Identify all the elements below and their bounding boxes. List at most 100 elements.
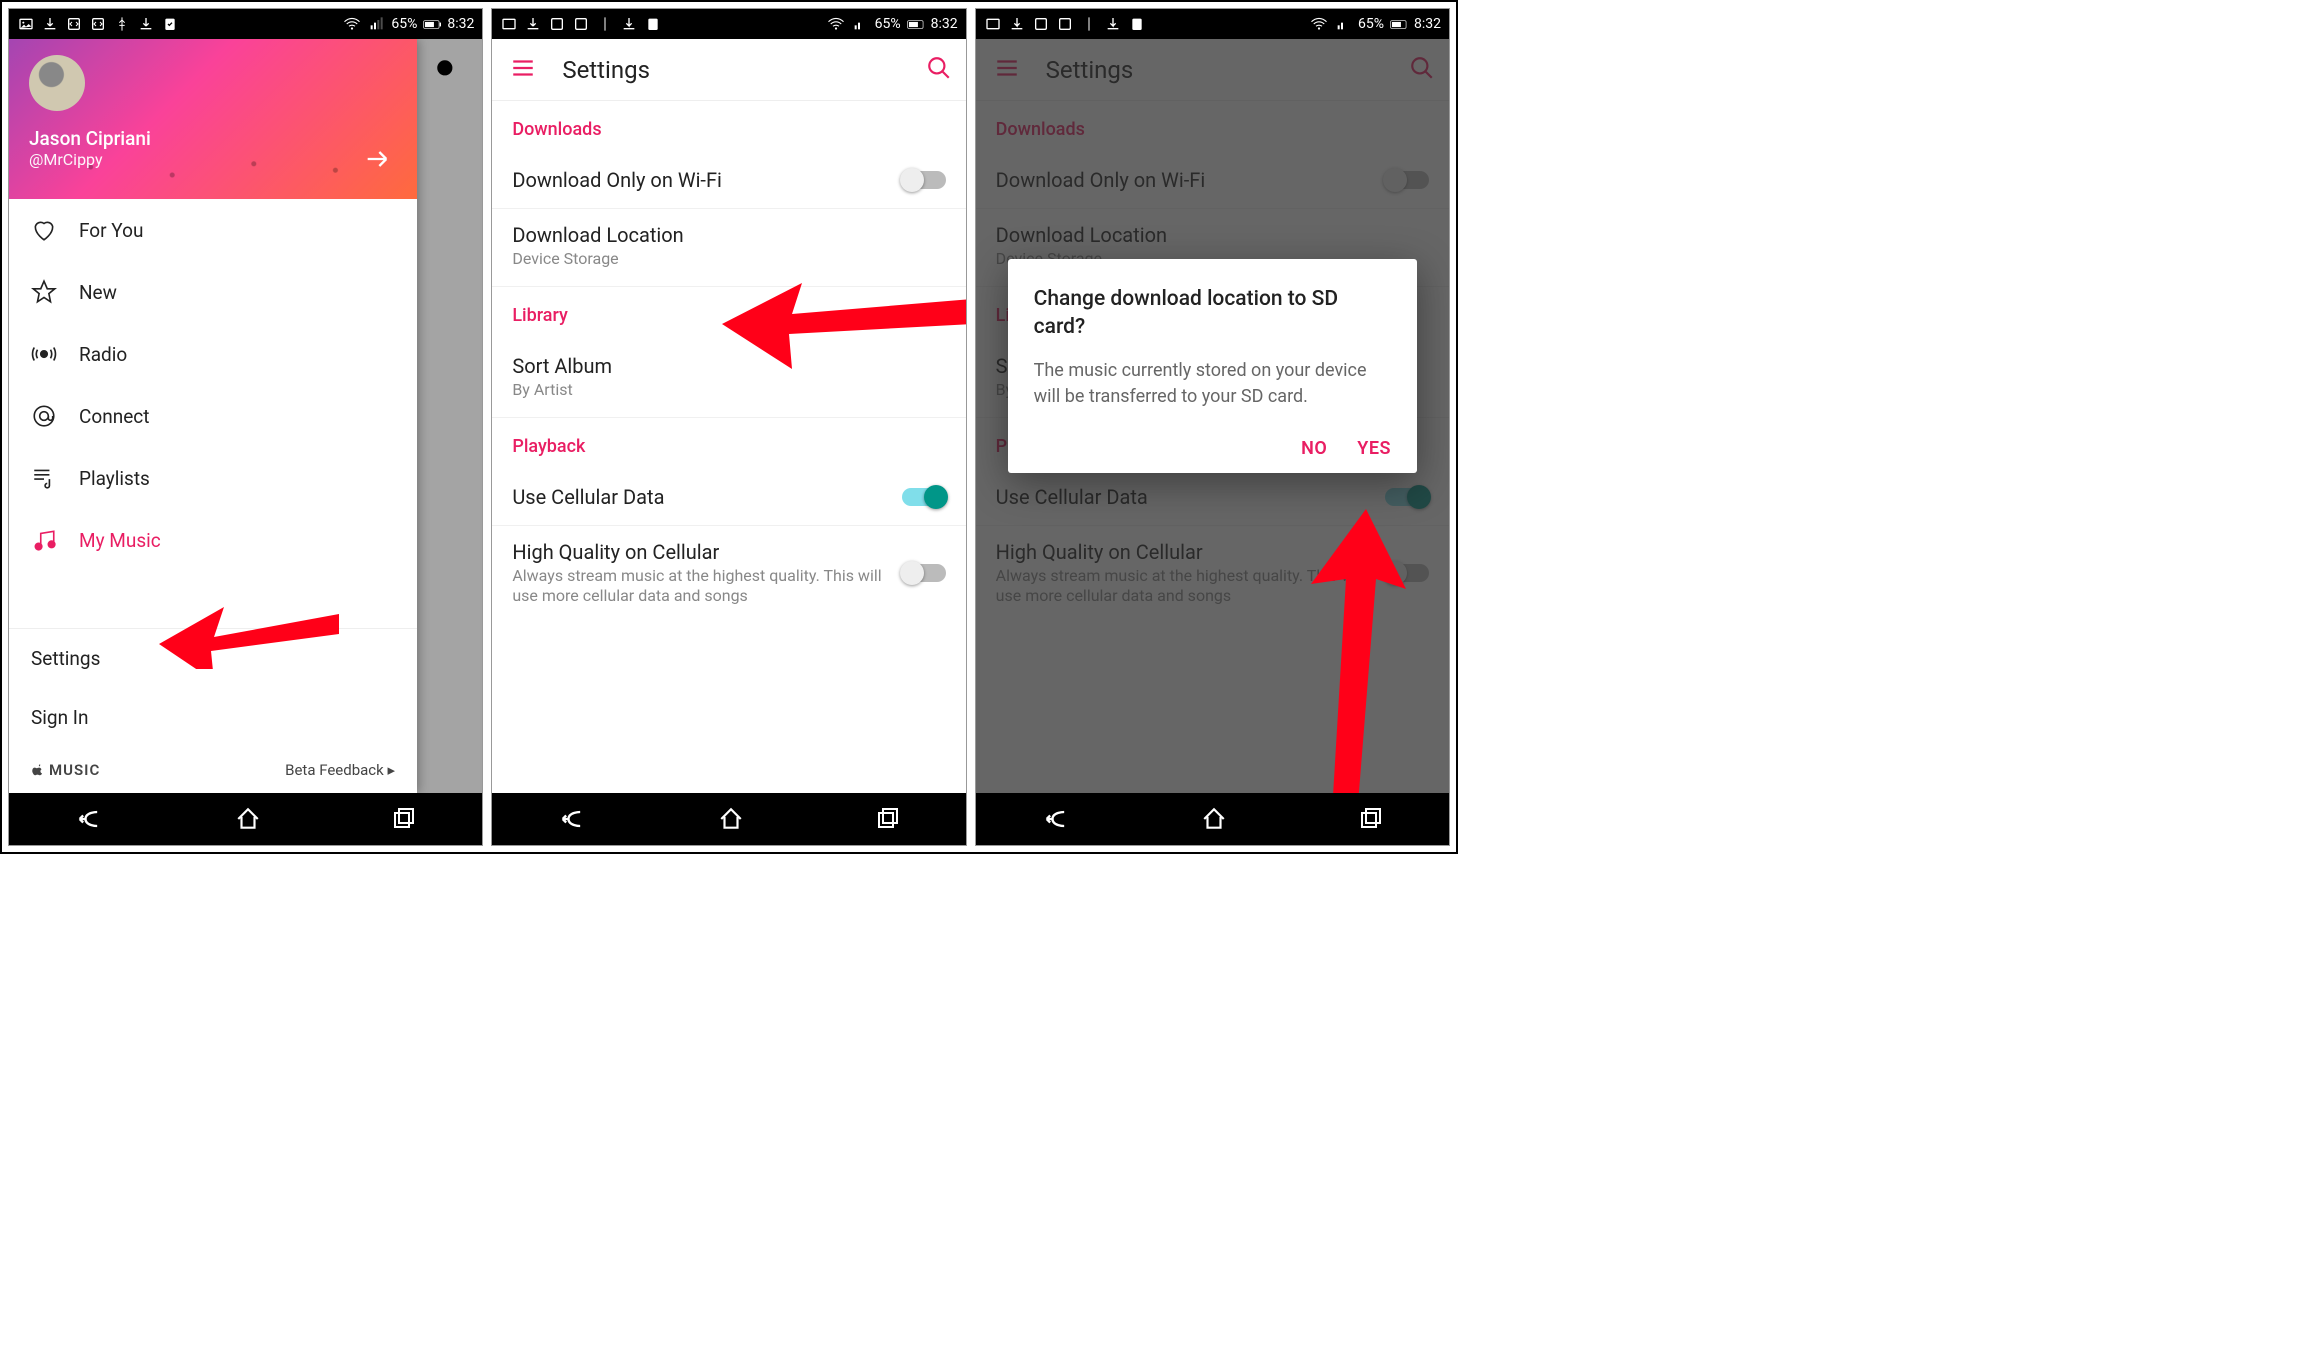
at-icon	[31, 403, 57, 429]
download-icon	[41, 15, 59, 33]
home-icon[interactable]	[718, 806, 744, 832]
nav-for-you[interactable]: For You	[9, 199, 417, 261]
usb-icon	[1080, 15, 1098, 33]
download2-icon	[620, 15, 638, 33]
cellular-toggle[interactable]	[902, 488, 946, 506]
drawer-header[interactable]: Jason Cipriani @MrCippy	[9, 39, 417, 199]
screenshot-settings: 65% 8:32 Settings Downloads Download Onl…	[491, 8, 966, 846]
image-icon	[984, 15, 1002, 33]
nav-signin[interactable]: Sign In	[9, 688, 417, 747]
nav-radio[interactable]: Radio	[9, 323, 417, 385]
nav-label: Playlists	[79, 467, 150, 490]
signal-icon	[851, 15, 869, 33]
confirm-dialog: Change download location to SD card? The…	[1008, 259, 1417, 473]
status-bar: 65% 8:32	[976, 9, 1449, 39]
nav-label: New	[79, 281, 117, 304]
back-icon[interactable]	[1042, 805, 1070, 833]
hq-toggle[interactable]	[902, 564, 946, 582]
download-icon	[524, 15, 542, 33]
assignment-icon	[1128, 15, 1146, 33]
nav-new[interactable]: New	[9, 261, 417, 323]
setting-hq[interactable]: High Quality on Cellular Always stream m…	[492, 526, 965, 624]
nav-playlists[interactable]: Playlists	[9, 447, 417, 509]
android-navbar	[492, 793, 965, 845]
hamburger-icon[interactable]	[510, 55, 538, 85]
back-icon[interactable]	[75, 805, 103, 833]
screenshot-drawer: 65% 8:32 Jason Cipriani @MrCippy For You…	[8, 8, 483, 846]
battery-icon	[1390, 15, 1408, 33]
dev2-icon	[1056, 15, 1074, 33]
nav-label: My Music	[79, 529, 161, 552]
wifi-icon	[1310, 15, 1328, 33]
image-icon	[17, 15, 35, 33]
signal-icon	[367, 15, 385, 33]
radio-icon	[31, 341, 57, 367]
recents-icon[interactable]	[876, 807, 900, 831]
section-playback: Playback	[492, 418, 965, 471]
nav-my-music[interactable]: My Music	[9, 509, 417, 571]
status-bar: 65% 8:32	[9, 9, 482, 39]
avatar	[29, 55, 85, 111]
recents-icon[interactable]	[392, 807, 416, 831]
battery-percent: 65%	[1358, 16, 1384, 32]
assignment-icon	[161, 15, 179, 33]
section-downloads: Downloads	[492, 101, 965, 154]
nav-label: For You	[79, 219, 143, 242]
dev-icon	[1032, 15, 1050, 33]
download2-icon	[1104, 15, 1122, 33]
android-navbar	[976, 793, 1449, 845]
dialog-title: Change download location to SD card?	[1034, 285, 1391, 342]
home-icon[interactable]	[1201, 806, 1227, 832]
battery-icon	[423, 15, 441, 33]
android-navbar	[9, 793, 482, 845]
signal-icon	[1334, 15, 1352, 33]
image-icon	[500, 15, 518, 33]
section-library: Library	[492, 287, 965, 340]
music-icon	[31, 527, 57, 553]
dialog-yes-button[interactable]: YES	[1357, 438, 1391, 459]
arrow-right-icon	[363, 145, 391, 173]
home-icon[interactable]	[235, 806, 261, 832]
status-bar: 65% 8:32	[492, 9, 965, 39]
app-bar: Settings	[492, 39, 965, 101]
battery-icon	[907, 15, 925, 33]
nav-label: Connect	[79, 405, 149, 428]
apple-icon	[31, 763, 45, 777]
nav-drawer: Jason Cipriani @MrCippy For You New Radi…	[9, 39, 417, 793]
settings-list[interactable]: Downloads Download Only on Wi-Fi Downloa…	[492, 101, 965, 793]
user-handle: @MrCippy	[29, 150, 397, 169]
assignment-icon	[644, 15, 662, 33]
setting-sort-album[interactable]: Sort Album By Artist	[492, 340, 965, 418]
star-icon	[31, 279, 57, 305]
setting-cellular[interactable]: Use Cellular Data	[492, 471, 965, 526]
battery-percent: 65%	[875, 16, 901, 32]
wifi-icon	[827, 15, 845, 33]
search-icon[interactable]	[434, 57, 460, 83]
dev-icon	[548, 15, 566, 33]
dev2-icon	[89, 15, 107, 33]
setting-download-location[interactable]: Download Location Device Storage	[492, 209, 965, 287]
usb-icon	[113, 15, 131, 33]
usb-icon	[596, 15, 614, 33]
nav-label: Radio	[79, 343, 127, 366]
wifi-only-toggle[interactable]	[902, 171, 946, 189]
clock: 8:32	[931, 16, 958, 32]
heart-icon	[31, 217, 57, 243]
download-icon	[1008, 15, 1026, 33]
battery-percent: 65%	[391, 16, 417, 32]
recents-icon[interactable]	[1359, 807, 1383, 831]
dialog-no-button[interactable]: NO	[1301, 438, 1327, 459]
clock: 8:32	[1414, 16, 1441, 32]
download2-icon	[137, 15, 155, 33]
page-title: Settings	[562, 56, 650, 84]
nav-settings[interactable]: Settings	[9, 629, 417, 688]
dialog-body: The music currently stored on your devic…	[1034, 358, 1391, 410]
nav-connect[interactable]: Connect	[9, 385, 417, 447]
playlist-icon	[31, 465, 57, 491]
screenshot-dialog: 65% 8:32 Settings Downloads Download Onl…	[975, 8, 1450, 846]
setting-wifi-only[interactable]: Download Only on Wi-Fi	[492, 154, 965, 209]
back-icon[interactable]	[558, 805, 586, 833]
search-icon[interactable]	[926, 55, 952, 85]
beta-feedback[interactable]: Beta Feedback ▸	[285, 761, 395, 779]
wifi-icon	[343, 15, 361, 33]
